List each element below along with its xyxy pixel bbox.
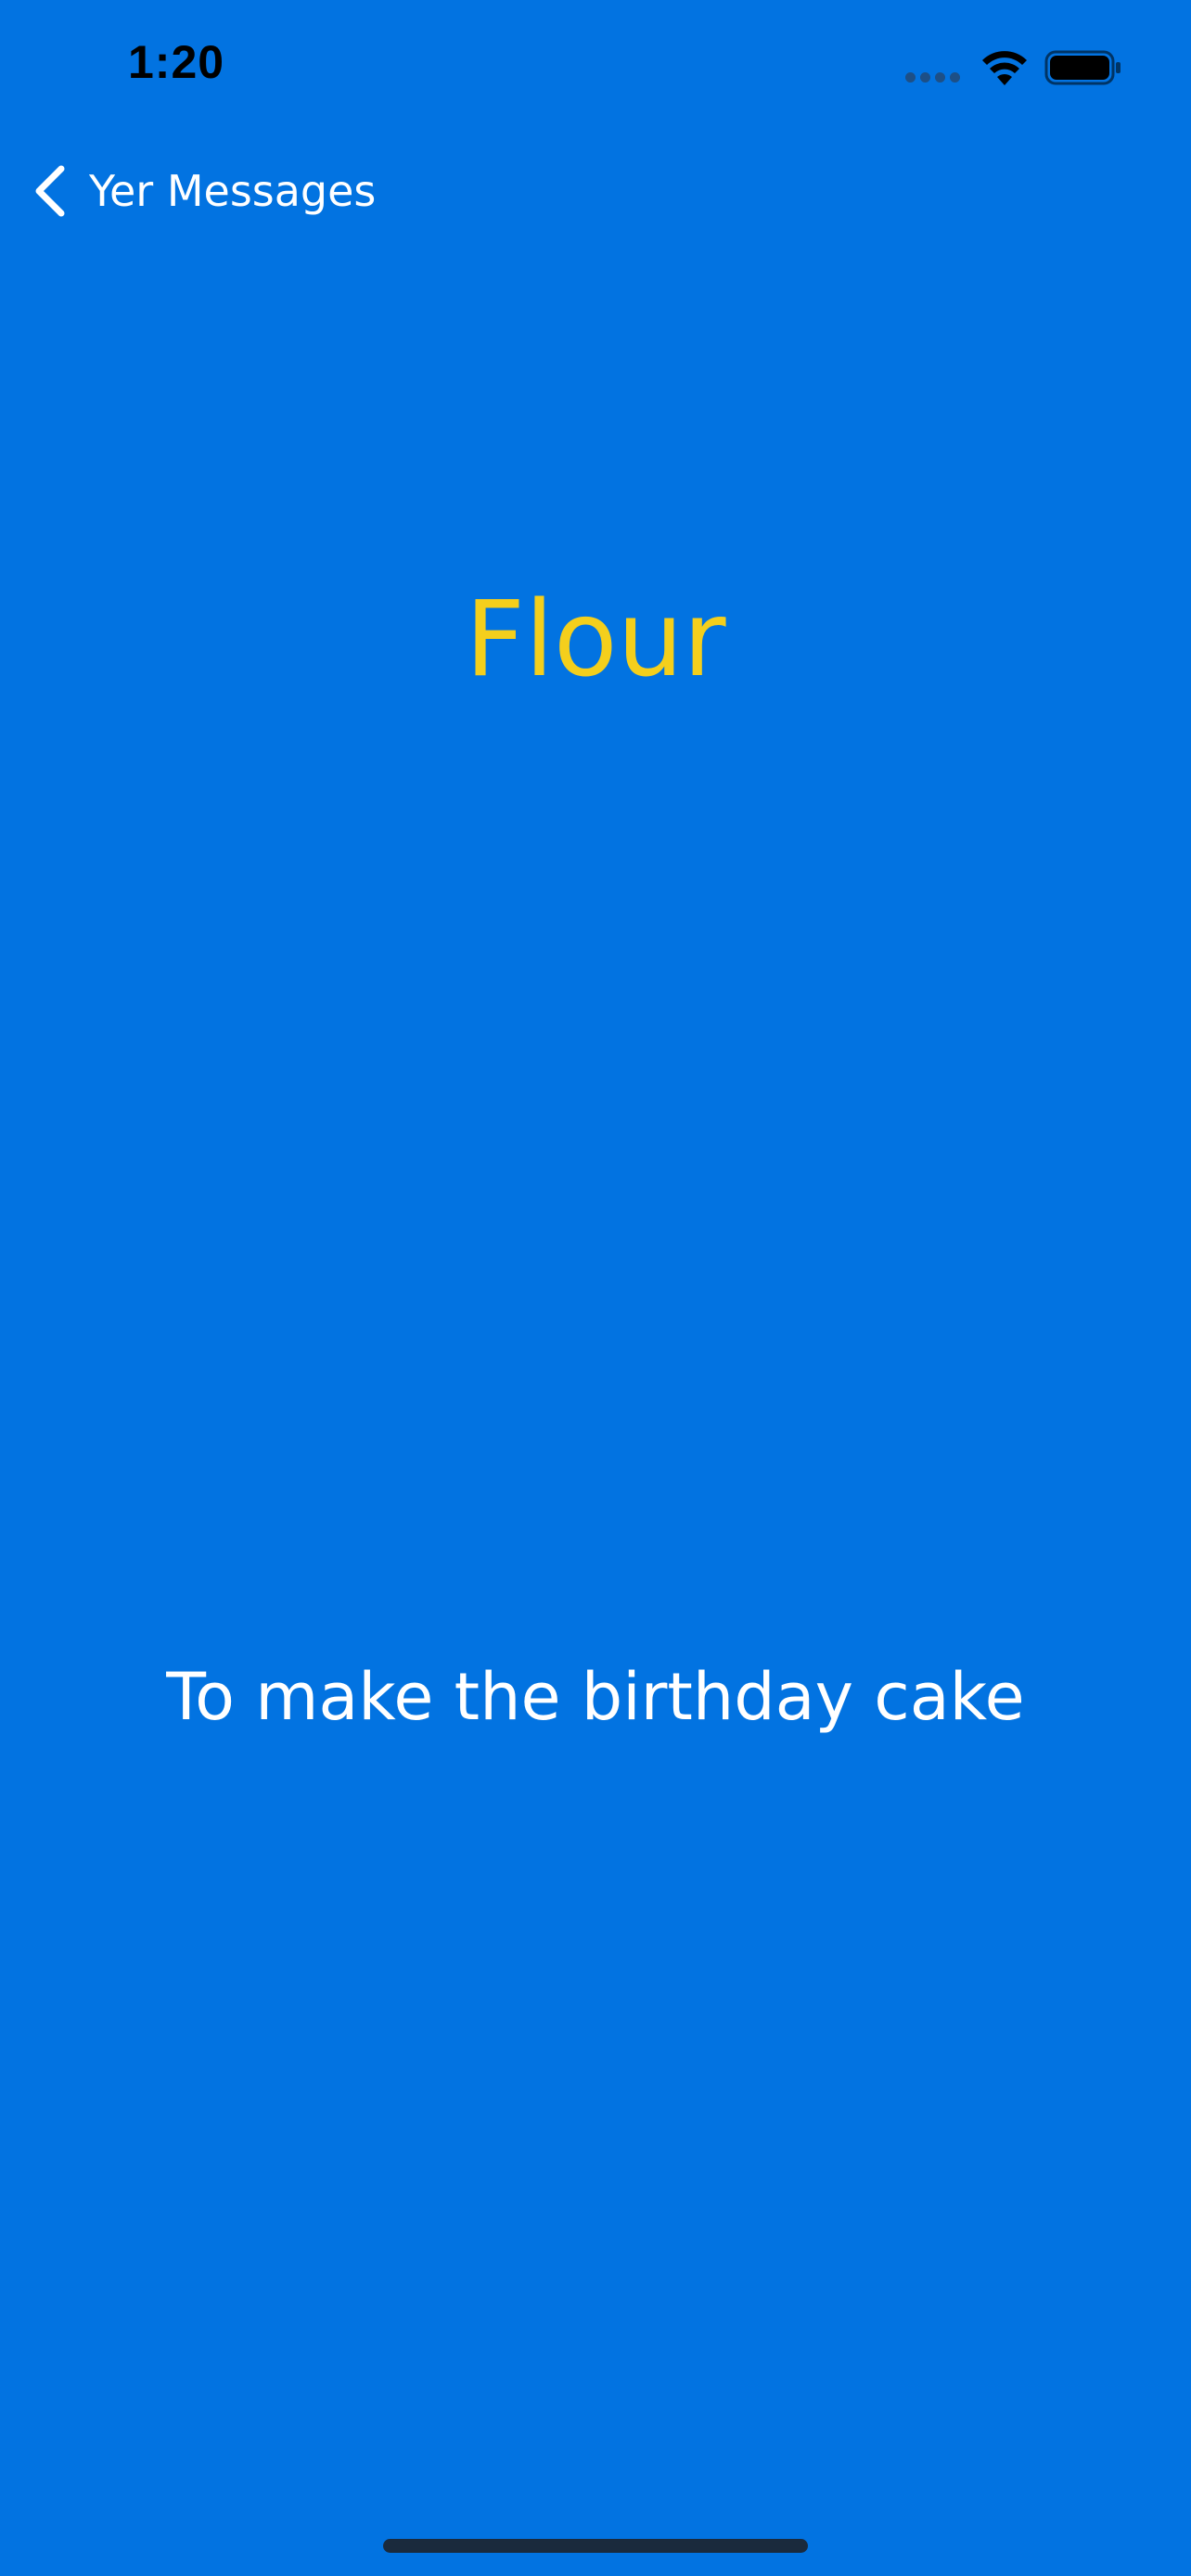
status-time: 1:20 [128,36,225,88]
wifi-icon [982,51,1027,85]
battery-icon [1044,50,1121,85]
back-button-label: Yer Messages [89,166,377,216]
signal-icon [905,72,961,83]
chevron-left-icon [35,165,65,217]
status-bar: 1:20 [0,0,1191,130]
word-message: To make the birthday cake [166,1659,1025,1735]
home-indicator[interactable] [383,2539,808,2553]
back-button[interactable]: Yer Messages [32,158,376,224]
word-title: Flour [465,580,726,700]
